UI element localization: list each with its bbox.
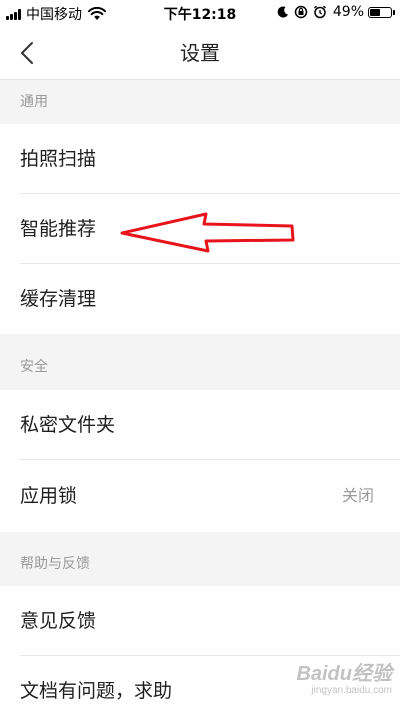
settings-item-label: 智能推荐: [20, 218, 97, 240]
chevron-left-icon: [21, 42, 33, 64]
app-lock-status: 关闭: [341, 486, 374, 505]
section-gap: [0, 334, 400, 344]
settings-item-label: 缓存清理: [20, 288, 97, 310]
watermark-url: jingyan.baidu.com: [311, 685, 392, 696]
battery-icon: [368, 6, 395, 18]
section-header-general: 通用: [0, 80, 400, 124]
page-title: 设置: [180, 41, 220, 65]
alarm-icon: [313, 5, 326, 19]
settings-screen: 中国移动 下午12:18 49% 设置 通用 拍照扫描 智能推荐 缓存清理 安全…: [0, 0, 400, 710]
settings-item-photo-scan[interactable]: 拍照扫描: [0, 124, 400, 194]
nav-bar: 设置: [0, 26, 400, 80]
moon-icon: [277, 6, 288, 18]
section-gap: [0, 532, 400, 542]
section-header-security: 安全: [0, 344, 400, 390]
settings-item-private-folder[interactable]: 私密文件夹: [0, 390, 400, 460]
group-security: 私密文件夹 应用锁 关闭: [0, 390, 400, 532]
settings-item-cache-clean[interactable]: 缓存清理: [0, 264, 400, 334]
settings-item-label: 应用锁: [20, 485, 78, 507]
settings-item-label: 文档有问题，求助: [20, 680, 173, 702]
rotation-lock-icon: [294, 5, 308, 19]
section-header-help: 帮助与反馈: [0, 542, 400, 586]
red-arrow-annotation: [120, 212, 295, 253]
settings-item-feedback[interactable]: 意见反馈: [0, 586, 400, 656]
status-right: 49%: [272, 4, 395, 20]
settings-list: 通用 拍照扫描 智能推荐 缓存清理 安全 私密文件夹 应用锁 关闭 帮助与反馈: [0, 80, 400, 710]
settings-item-app-lock[interactable]: 应用锁 关闭: [0, 460, 400, 532]
settings-item-label: 拍照扫描: [20, 148, 97, 170]
status-bar: 中国移动 下午12:18 49%: [0, 0, 400, 26]
watermark-text: Baidu经验: [296, 663, 392, 685]
settings-item-label: 意见反馈: [20, 610, 97, 632]
watermark-logo: Baidu经验 jingyan.baidu.com: [296, 663, 392, 696]
back-button[interactable]: [10, 36, 44, 70]
battery-percent: 49%: [332, 4, 364, 20]
settings-item-label: 私密文件夹: [20, 414, 116, 436]
